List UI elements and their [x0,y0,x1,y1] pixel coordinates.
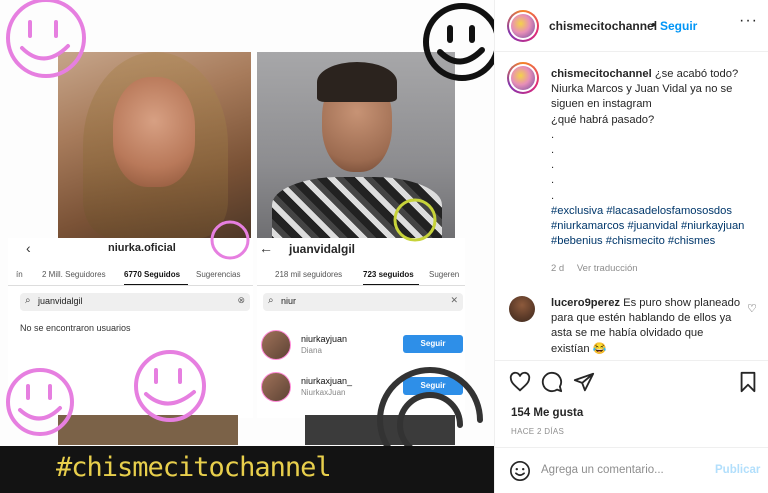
post-actions: 154 Me gusta HACE 2 DÍAS [495,360,768,445]
search-result-row: niurkayjuan Diana Seguir [261,330,463,362]
caption-line: . [551,144,555,157]
caption-time: 2 d [551,263,565,274]
tab: ín [16,270,23,279]
photo-hair [317,62,397,102]
caption-line: ¿qué habrá pasado? [551,113,655,126]
likes-count[interactable]: 154 Me gusta [511,407,583,419]
panel-tabs: ín 2 Mill. Seguidores 6770 Seguidos Suge… [8,268,253,286]
tab: 218 mil seguidores [275,270,343,279]
search-result-row: niurkaxjuan_ NiurkaxJuan Seguir [261,372,463,404]
result-avatar [261,372,291,402]
result-name: NiurkaxJuan [301,388,346,397]
publish-button[interactable]: Publicar [715,464,760,476]
tab-active: 723 seguidos [363,268,419,285]
panel-search-box: ⌕ juanvidalgil ⊗ [20,293,250,311]
tab: Sugeren [429,270,460,279]
post-sidebar: chismecitochannel • Seguir ··· chismecit… [494,0,768,493]
follow-button[interactable]: Seguir [660,19,697,33]
comment-text: lucero9perez Es puro show planeado para … [551,296,741,357]
back-arrow-icon: ← [259,240,273,256]
panel-search-value: juanvidalgil [38,296,83,306]
caption-line: . [551,159,555,172]
comment-bubble-icon[interactable] [541,371,563,393]
screenshot-juan-following: ← juanvidalgil 218 mil seguidores 723 se… [257,238,465,418]
clear-icon: ✕ [450,295,458,305]
save-bookmark-icon[interactable] [737,371,759,393]
comments-area: chismecitochannel ¿se acabó todo? Niurka… [495,52,768,360]
comment-input[interactable] [541,464,701,476]
caption-avatar[interactable] [507,62,539,94]
result-follow-button: Seguir [403,377,463,395]
comment-username[interactable]: lucero9perez [551,297,620,309]
search-icon: ⌕ [25,295,31,306]
result-avatar [261,330,291,360]
tab-active: 6770 Seguidos [124,268,188,285]
comment-like-heart-icon[interactable]: ♡ [747,302,757,315]
photo-niurka [58,52,251,238]
no-users-text: No se encontraron usuarios [20,323,131,333]
photo-juan [257,52,455,247]
photo-face [113,77,195,187]
caption-hashtags[interactable]: #exclusiva #lacasadelosfamososdos #niurk… [551,205,744,247]
share-paper-plane-icon[interactable] [573,371,595,393]
result-username: niurkaxjuan_ [301,376,353,386]
photo-shirt [272,177,442,247]
post-header: chismecitochannel • Seguir ··· [495,0,768,52]
post-media[interactable]: ‹ niurka.oficial ín 2 Mill. Seguidores 6… [0,0,494,493]
hashtag-overlay-text: #chismecitochannel [56,452,332,483]
caption-username[interactable]: chismecitochannel [551,68,652,80]
caption-line: . [551,128,555,141]
post-age: HACE 2 DÍAS [511,427,565,436]
emoji-smiley-icon[interactable] [509,460,531,482]
caption-line: . [551,189,555,202]
screenshot-niurka-following: ‹ niurka.oficial ín 2 Mill. Seguidores 6… [8,238,253,418]
panel-tabs: 218 mil seguidores 723 seguidos Sugeren [257,268,465,286]
photo-bottom-left [58,415,238,445]
search-icon: ⌕ [268,295,274,306]
caption-line: Niurka Marcos y Juan Vidal ya no se sigu… [551,83,733,111]
add-comment-bar: Publicar [495,447,768,493]
comment-avatar[interactable] [509,296,535,322]
separator-dot: • [651,17,656,32]
back-arrow-icon: ‹ [26,240,31,256]
more-options-icon[interactable]: ··· [739,12,758,30]
author-username[interactable]: chismecitochannel [549,19,657,33]
clear-icon: ⊗ [237,295,245,305]
result-follow-button: Seguir [403,335,463,353]
tab: Sugerencias [196,270,241,279]
result-name: Diana [301,346,322,355]
like-heart-icon[interactable] [509,371,531,393]
caption-line: . [551,174,555,187]
panel-search-box: ⌕ niur ✕ [263,293,463,311]
caption-line: ¿se acabó todo? [654,68,739,80]
panel-search-value: niur [281,296,297,306]
author-avatar[interactable] [507,10,539,42]
result-username: niurkayjuan [301,334,348,344]
photo-bottom-right [305,415,455,445]
caption-meta: 2 d Ver traducción [551,263,648,274]
caption-text: chismecitochannel ¿se acabó todo? Niurka… [551,67,756,249]
see-translation-link[interactable]: Ver traducción [577,263,638,274]
tab: 2 Mill. Seguidores [42,270,106,279]
panel-username: juanvidalgil [289,242,356,256]
panel-username: niurka.oficial [108,242,176,254]
